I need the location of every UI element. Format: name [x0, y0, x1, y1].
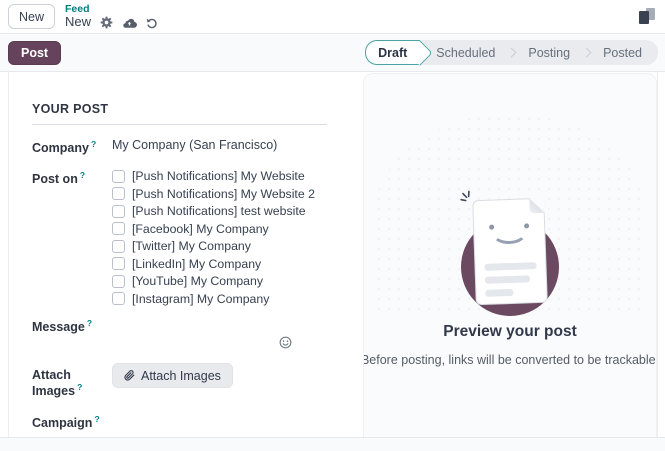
- preview-illustration: [440, 194, 580, 310]
- field-row-campaign: Campaign?: [32, 413, 363, 430]
- message-field[interactable]: [112, 317, 292, 351]
- checkbox-facebook[interactable]: [Facebook] My Company: [112, 222, 315, 236]
- folded-corner: [529, 198, 545, 214]
- cloud-save-icon[interactable]: [122, 17, 137, 28]
- statusbar-step-posting[interactable]: Posting: [516, 40, 582, 65]
- gear-icon[interactable]: [100, 16, 113, 29]
- paper-icon: [472, 198, 548, 305]
- field-label-attach-images: Attach Images?: [32, 367, 112, 398]
- checkbox[interactable]: [112, 205, 125, 218]
- post-button[interactable]: Post: [8, 41, 61, 65]
- post-form: YOUR POST Company? My Company (San Franc…: [9, 72, 363, 437]
- spark-icon: [459, 189, 478, 211]
- checkbox[interactable]: [112, 275, 125, 288]
- help-question-mark: ?: [87, 318, 92, 328]
- preview-panel: Preview your post Before posting, links …: [363, 73, 657, 437]
- help-question-mark: ?: [80, 170, 85, 180]
- help-question-mark: ?: [94, 414, 99, 424]
- checkbox[interactable]: [112, 222, 125, 235]
- field-label-campaign: Campaign?: [32, 413, 112, 430]
- chevron-separator-icon: [582, 48, 592, 58]
- checkbox-push-my-website-2[interactable]: [Push Notifications] My Website 2: [112, 187, 315, 201]
- field-row-message: Message?: [32, 317, 363, 351]
- checkbox-linkedin[interactable]: [LinkedIn] My Company: [112, 257, 315, 271]
- bookmark-icon[interactable]: [638, 8, 655, 25]
- checkbox[interactable]: [112, 292, 125, 305]
- company-value[interactable]: My Company (San Francisco): [112, 138, 277, 155]
- text-line: [485, 289, 513, 297]
- undo-icon[interactable]: [146, 17, 158, 29]
- checkbox[interactable]: [112, 257, 125, 270]
- statusbar-step-scheduled[interactable]: Scheduled: [420, 40, 507, 65]
- checkbox[interactable]: [112, 240, 125, 253]
- breadcrumb-bar: New Feed New: [0, 0, 665, 34]
- bottom-strip: [0, 437, 665, 451]
- statusbar: Draft Scheduled Posting Posted: [365, 40, 658, 65]
- statusbar-step-posted[interactable]: Posted: [591, 40, 654, 65]
- attach-images-button[interactable]: Attach Images: [112, 363, 233, 388]
- help-question-mark: ?: [77, 382, 82, 392]
- breadcrumb: Feed New: [65, 3, 158, 30]
- control-panel: Post Draft Scheduled Posting Posted: [0, 34, 665, 72]
- field-row-company: Company? My Company (San Francisco): [32, 138, 363, 155]
- field-row-attach-images: Attach Images? Attach Images: [32, 367, 363, 398]
- smiley-mouth: [491, 219, 528, 244]
- checkbox[interactable]: [112, 187, 125, 200]
- emoji-icon[interactable]: [279, 336, 292, 349]
- campaign-field[interactable]: [112, 413, 292, 428]
- text-line: [485, 275, 530, 284]
- paperclip-icon: [124, 370, 135, 381]
- chevron-separator-icon: [507, 48, 517, 58]
- field-row-post-on: Post on? [Push Notifications] My Website…: [32, 169, 363, 309]
- checkbox-youtube[interactable]: [YouTube] My Company: [112, 274, 315, 288]
- statusbar-step-draft[interactable]: Draft: [365, 40, 420, 65]
- help-question-mark: ?: [91, 139, 96, 149]
- checkbox-push-test-website[interactable]: [Push Notifications] test website: [112, 204, 315, 218]
- preview-subtitle: Before posting, links will be converted …: [363, 353, 657, 367]
- post-on-options: [Push Notifications] My Website [Push No…: [112, 169, 315, 309]
- preview-title: Preview your post: [443, 323, 577, 341]
- field-label-message: Message?: [32, 317, 112, 351]
- checkbox-twitter[interactable]: [Twitter] My Company: [112, 239, 315, 253]
- field-label-post-on: Post on?: [32, 169, 112, 309]
- checkbox-push-my-website[interactable]: [Push Notifications] My Website: [112, 169, 315, 183]
- checkbox[interactable]: [112, 170, 125, 183]
- section-title: YOUR POST: [32, 102, 327, 125]
- form-sheet: YOUR POST Company? My Company (San Franc…: [8, 72, 658, 437]
- field-label-company: Company?: [32, 138, 112, 155]
- new-button[interactable]: New: [8, 4, 55, 29]
- text-line: [484, 262, 536, 271]
- checkbox-instagram[interactable]: [Instagram] My Company: [112, 292, 315, 306]
- record-name: New: [65, 15, 91, 30]
